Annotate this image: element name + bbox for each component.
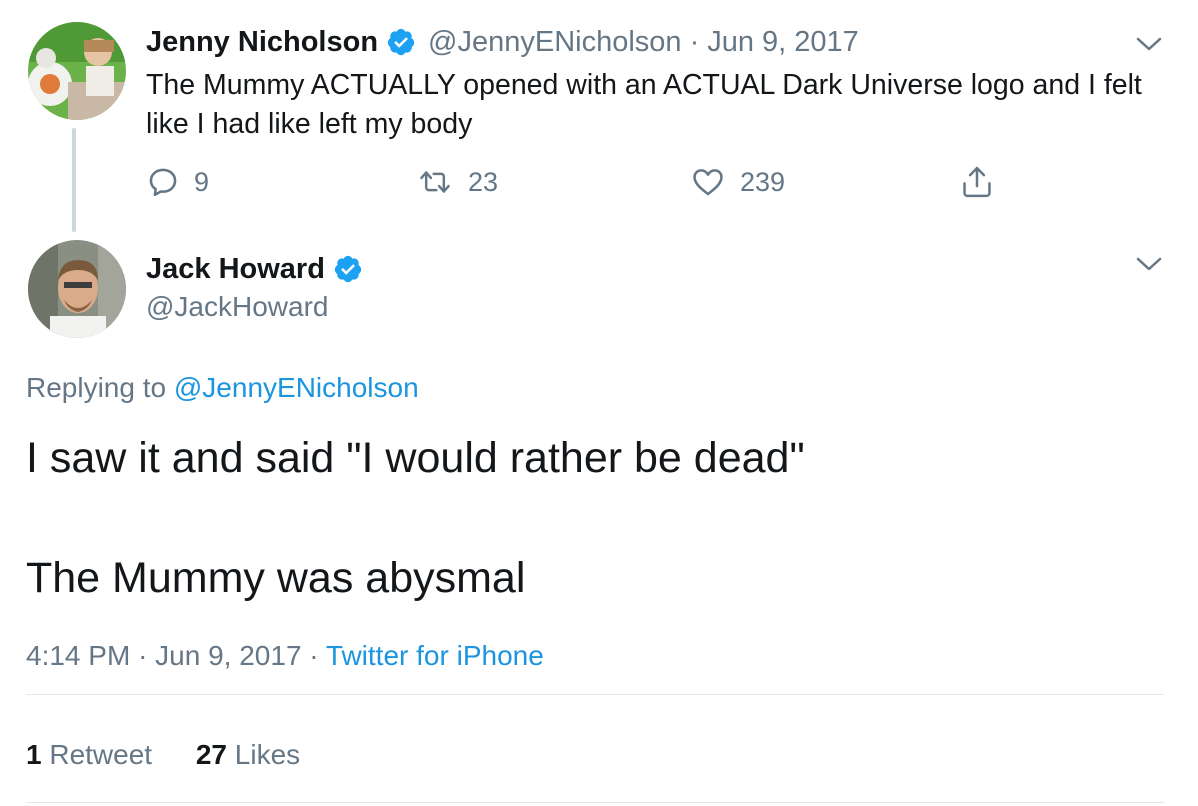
like-action[interactable]: 239: [690, 162, 785, 202]
like-count: 27: [195, 739, 228, 770]
like-label: Likes: [234, 739, 301, 770]
retweet-count: 1: [26, 739, 42, 770]
heart-icon: [693, 169, 723, 196]
reply-author-handle[interactable]: @JackHoward: [146, 288, 328, 326]
dot-separator: ·: [689, 25, 700, 58]
chevron-down-icon[interactable]: [1136, 256, 1162, 272]
divider: [26, 802, 1164, 803]
tweet-source-link[interactable]: Twitter for iPhone: [326, 640, 544, 671]
replying-to-handle-link[interactable]: @JennyENicholson: [174, 372, 419, 403]
meta-separator: ·: [309, 640, 319, 671]
verified-badge-icon: [334, 255, 362, 283]
retweet-label: Retweet: [49, 739, 153, 770]
likes-stat[interactable]: 27 Likes: [196, 735, 300, 775]
retweet-action[interactable]: 23: [416, 162, 498, 202]
replying-to-line: Replying to @JennyENicholson: [26, 368, 419, 408]
reply-text-line-1: I saw it and said "I would rather be dea…: [26, 434, 805, 482]
verified-badge-icon: [387, 28, 415, 56]
like-count: 239: [740, 166, 786, 197]
divider: [26, 694, 1164, 695]
reply-count: 9: [194, 166, 210, 197]
tweet-date[interactable]: Jun 9, 2017: [707, 26, 859, 59]
share-icon: [963, 166, 991, 198]
thread-connector-line: [72, 128, 76, 232]
parent-tweet-text: The Mummy ACTUALLY opened with an ACTUAL…: [146, 69, 1142, 140]
avatar-image: [28, 22, 126, 120]
reply-text-line-2: The Mummy was abysmal: [26, 554, 526, 602]
retweets-stat[interactable]: 1 Retweet: [26, 735, 152, 775]
reply-action[interactable]: 9: [146, 162, 209, 202]
avatar-jack-howard[interactable]: [28, 240, 126, 338]
parent-tweet-header: Jenny Nicholson @JennyENicholson · Jun 9…: [146, 24, 859, 60]
meta-separator: ·: [138, 640, 148, 671]
tweet-time[interactable]: 4:14 PM: [26, 640, 130, 671]
reply-icon: [149, 168, 177, 197]
author-name[interactable]: Jenny Nicholson: [146, 26, 378, 59]
reply-author-row: Jack Howard: [146, 250, 375, 288]
share-action[interactable]: [960, 162, 1008, 202]
author-handle[interactable]: @JennyENicholson: [428, 26, 682, 59]
retweet-icon: [420, 171, 450, 193]
tweet-stats: 1 Retweet 27 Likes: [26, 735, 300, 775]
avatar-image: [28, 240, 126, 338]
reply-author-name[interactable]: Jack Howard: [146, 253, 325, 286]
retweet-count: 23: [468, 166, 499, 197]
tweet-date[interactable]: Jun 9, 2017: [155, 640, 301, 671]
chevron-down-icon[interactable]: [1136, 36, 1162, 52]
avatar-jenny-nicholson[interactable]: [28, 22, 126, 120]
tweet-meta: 4:14 PM · Jun 9, 2017 · Twitter for iPho…: [26, 636, 544, 676]
replying-to-label: Replying to: [26, 372, 167, 403]
